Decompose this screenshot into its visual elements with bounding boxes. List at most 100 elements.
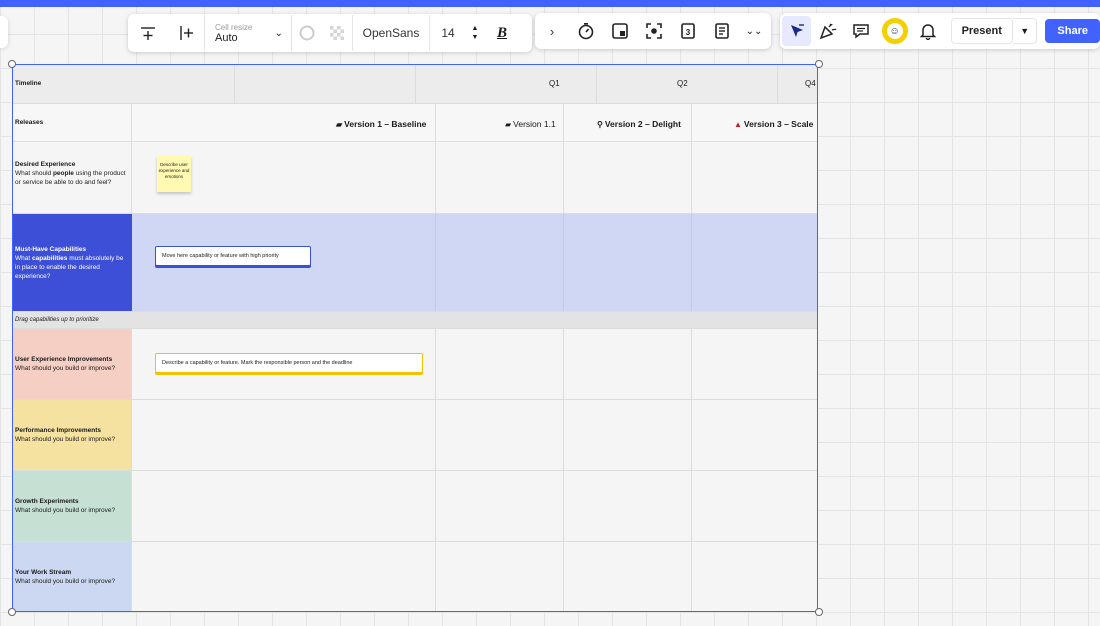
select-tool-button[interactable] <box>782 16 812 46</box>
font-size-stepper[interactable]: ▲ ▼ <box>466 24 484 42</box>
insert-column-button[interactable] <box>168 14 204 52</box>
timer-icon <box>578 22 594 40</box>
grid-line <box>435 214 436 311</box>
grid-line <box>435 142 436 213</box>
timeline-label: Timeline <box>15 80 42 87</box>
ux-improvements-label: User Experience Improvements What should… <box>13 329 132 399</box>
row-title: User Experience Improvements <box>15 356 113 363</box>
grid-line <box>415 65 416 103</box>
share-button[interactable]: Share <box>1045 19 1100 43</box>
row-description: What should you build or improve? <box>15 507 116 514</box>
desired-experience-row: Desired Experience What should people us… <box>13 142 818 214</box>
row-title: Performance Improvements <box>15 427 101 434</box>
cell-resize-dropdown[interactable]: Cell resize Auto ⌄ <box>205 14 291 52</box>
insert-row-icon <box>141 27 155 40</box>
grid-line <box>435 104 436 141</box>
grid-line <box>563 471 564 541</box>
font-size-input[interactable]: 14 <box>430 14 466 52</box>
bell-icon <box>919 24 937 40</box>
svg-text:3: 3 <box>686 28 691 37</box>
release-label: Version 1.1 <box>513 119 556 129</box>
present-options-button[interactable]: ▼ <box>1012 18 1038 44</box>
embed-icon <box>612 23 628 39</box>
grid-line <box>563 214 564 311</box>
notes-button[interactable] <box>705 13 739 49</box>
more-tools-button[interactable]: ⌄⌄ <box>739 13 769 49</box>
release-header: ▰ Version 1 – Baseline <box>336 119 426 129</box>
user-avatar-button[interactable]: ☺ <box>878 13 911 49</box>
bold-button[interactable]: B <box>484 14 520 52</box>
fill-color-button[interactable] <box>292 14 322 52</box>
sticky-note[interactable]: Describe user experience and emotions <box>157 156 191 192</box>
grid-line <box>691 329 692 399</box>
embed-button[interactable] <box>603 13 637 49</box>
release-label: Version 3 – Scale <box>743 119 814 129</box>
grid-line <box>435 542 436 612</box>
release-header: ⚲ Version 2 – Delight <box>597 119 681 129</box>
row-description: What should people using the product or … <box>15 170 126 186</box>
insert-row-button[interactable] <box>128 14 168 52</box>
quarter-label: Q2 <box>677 79 688 88</box>
caret-up-icon[interactable]: ▲ <box>472 24 479 33</box>
expand-toolbar-button[interactable]: › <box>535 13 569 49</box>
cell-resize-value: Auto <box>215 31 238 44</box>
double-chevron-down-icon: ⌄⌄ <box>745 25 763 37</box>
cursor-icon <box>790 24 804 37</box>
row-description: What capabilities must absolutely be in … <box>15 255 124 280</box>
work-stream-label: Your Work Stream What should you build o… <box>13 542 132 612</box>
work-stream-row: Your Work Stream What should you build o… <box>13 542 818 612</box>
chevron-right-icon: › <box>549 23 555 39</box>
comment-icon <box>853 24 870 39</box>
grid-line <box>435 471 436 541</box>
releases-row: Releases ▰ Version 1 – Baseline ▰ Version … <box>13 104 818 142</box>
release-label: Version 1 – Baseline <box>344 119 427 129</box>
capability-card[interactable]: Describe a capability or feature. Mark t… <box>155 353 423 373</box>
resize-handle[interactable] <box>8 608 16 616</box>
quarter-label: Q1 <box>549 79 560 88</box>
user-face-icon: ☺ <box>886 23 903 39</box>
grid-line <box>563 542 564 612</box>
notifications-button[interactable] <box>911 13 944 49</box>
present-button[interactable]: Present <box>950 18 1013 44</box>
row-description: What should you build or improve? <box>15 365 116 372</box>
resize-handle[interactable] <box>815 608 823 616</box>
growth-label: Growth Experiments What should you build… <box>13 471 132 541</box>
grid-line <box>691 471 692 541</box>
releases-label: Releases <box>13 104 132 141</box>
grid-line <box>563 400 564 470</box>
release-header: ▲ Version 3 – Scale <box>734 119 813 129</box>
grid-line <box>596 65 597 103</box>
release-header: ▰ Version 1.1 <box>505 119 556 129</box>
focus-button[interactable] <box>637 13 671 49</box>
resize-handle[interactable] <box>815 60 823 68</box>
countdown-button[interactable]: 3 <box>671 13 705 49</box>
grid-line <box>563 329 564 399</box>
transparency-icon <box>330 26 344 40</box>
skateboard-icon: ▰ <box>505 120 512 129</box>
performance-row: Performance Improvements What should you… <box>13 400 818 471</box>
grid-line <box>563 142 564 213</box>
ux-improvements-row: User Experience Improvements What should… <box>13 329 818 400</box>
must-have-row: Must-Have Capabilities What capabilities… <box>13 214 818 312</box>
skateboard-icon: ▰ <box>336 120 343 129</box>
car-icon: ▲ <box>734 120 742 129</box>
capability-card[interactable]: Move here capability or feature with hig… <box>155 246 311 266</box>
row-title: Your Work Stream <box>15 569 72 576</box>
avatar: ☺ <box>881 18 908 44</box>
resize-handle[interactable] <box>8 60 16 68</box>
grid-line <box>435 329 436 399</box>
font-family-dropdown[interactable]: OpenSans <box>353 14 429 52</box>
chevron-down-icon: ▼ <box>1020 26 1030 36</box>
opacity-button[interactable] <box>322 14 352 52</box>
grid-line <box>691 142 692 213</box>
quarter-label: Q4 <box>805 79 816 88</box>
product-roadmap-table[interactable]: Timeline Q1 Q2 Q4 Releases ▰ Version 1 – … <box>13 65 818 612</box>
grid-line <box>563 104 564 141</box>
comments-button[interactable] <box>845 13 878 49</box>
reactions-button[interactable] <box>811 13 844 49</box>
caret-down-icon[interactable]: ▼ <box>472 33 479 42</box>
grid-line <box>234 65 235 103</box>
left-panel-stub[interactable] <box>0 16 8 48</box>
timer-button[interactable] <box>569 13 603 49</box>
row-title: Must-Have Capabilities <box>15 246 87 253</box>
